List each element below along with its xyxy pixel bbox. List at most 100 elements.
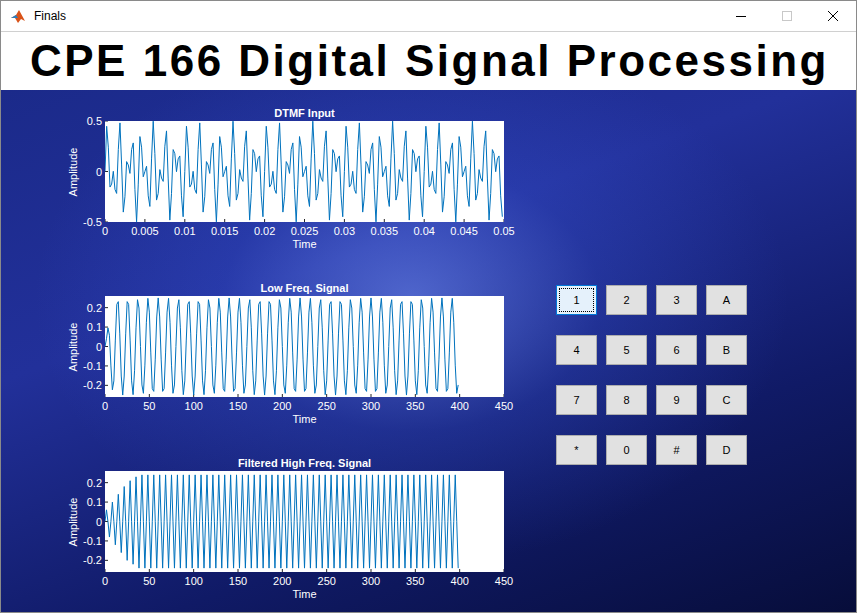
x-axis-label: Time — [105, 588, 504, 601]
y-tick-label: 0.2 — [87, 477, 102, 489]
plot-title: Low Freq. Signal — [105, 281, 504, 296]
x-tick-label: 0.01 — [174, 225, 195, 237]
x-tick-mark — [304, 219, 305, 222]
x-tick-mark — [224, 219, 225, 222]
y-tick-label: 0.1 — [87, 321, 102, 333]
y-axis-label: Amplitude — [67, 322, 79, 371]
keypad-button[interactable]: 3 — [656, 285, 697, 315]
keypad-button[interactable]: 5 — [606, 335, 647, 365]
keypad-button[interactable]: 9 — [656, 385, 697, 415]
keypad-button[interactable]: 6 — [656, 335, 697, 365]
plot-canvas — [105, 296, 504, 397]
x-tick-label: 150 — [229, 575, 247, 587]
x-tick-mark — [424, 219, 425, 222]
keypad-button[interactable]: D — [706, 435, 747, 465]
keypad-button[interactable]: B — [706, 335, 747, 365]
plot-canvas — [105, 471, 504, 572]
keypad-button[interactable]: A — [706, 285, 747, 315]
matlab-icon — [10, 8, 26, 24]
x-tick-mark — [105, 569, 106, 572]
x-tick-label: 450 — [495, 575, 513, 587]
y-tick-mark — [105, 365, 108, 366]
x-tick-label: 0.045 — [450, 225, 478, 237]
x-ticks: 050100150200250300350400450 — [105, 572, 504, 588]
plot-axes — [105, 121, 504, 222]
x-tick-mark — [504, 569, 505, 572]
y-tick-mark — [105, 502, 108, 503]
signal-line — [105, 298, 458, 395]
y-axis-label-box: Amplitude — [61, 471, 85, 572]
x-tick-mark — [504, 394, 505, 397]
x-tick-mark — [282, 394, 283, 397]
x-tick-label: 450 — [495, 400, 513, 412]
close-button[interactable] — [810, 1, 856, 31]
keypad-button[interactable]: 8 — [606, 385, 647, 415]
keypad-button[interactable]: 1 — [556, 285, 597, 315]
x-axis-label: Time — [105, 413, 504, 426]
y-ticks: 0.50-0.5 — [85, 121, 105, 222]
x-tick-label: 50 — [143, 575, 155, 587]
x-tick-mark — [415, 394, 416, 397]
x-tick-label: 350 — [406, 400, 424, 412]
x-tick-label: 100 — [185, 575, 203, 587]
maximize-button[interactable] — [764, 1, 810, 31]
y-axis-label: Amplitude — [67, 497, 79, 546]
x-ticks: 00.0050.010.0150.020.0250.030.0350.040.0… — [105, 222, 504, 238]
y-axis-label-box: Amplitude — [61, 121, 85, 222]
keypad-button[interactable]: C — [706, 385, 747, 415]
x-tick-label: 50 — [143, 400, 155, 412]
plot-title: Filtered High Freq. Signal — [105, 456, 504, 471]
plot: DTMF InputAmplitude0.50-0.500.0050.010.0… — [1, 106, 531, 251]
plot: Low Freq. SignalAmplitude0.20.10-0.1-0.2… — [1, 281, 531, 426]
y-tick-mark — [105, 327, 108, 328]
x-tick-mark — [144, 219, 145, 222]
y-tick-mark — [105, 307, 108, 308]
x-tick-label: 300 — [362, 400, 380, 412]
keypad-button[interactable]: 0 — [606, 435, 647, 465]
x-tick-label: 0.03 — [334, 225, 355, 237]
keypad-button[interactable]: 4 — [556, 335, 597, 365]
y-tick-mark — [105, 121, 108, 122]
y-tick-label: -0.2 — [83, 379, 102, 391]
y-tick-label: 0 — [96, 516, 102, 528]
x-tick-label: 100 — [185, 400, 203, 412]
plot-axes — [105, 296, 504, 397]
x-tick-mark — [384, 219, 385, 222]
x-tick-mark — [326, 394, 327, 397]
y-tick-mark — [105, 222, 108, 223]
y-tick-mark — [105, 385, 108, 386]
x-tick-mark — [415, 569, 416, 572]
x-axis-label: Time — [105, 238, 504, 251]
x-tick-mark — [238, 394, 239, 397]
plot-column: DTMF InputAmplitude0.50-0.500.0050.010.0… — [1, 90, 531, 601]
plot-axes — [105, 471, 504, 572]
keypad-button[interactable]: * — [556, 435, 597, 465]
y-tick-label: -0.1 — [83, 360, 102, 372]
minimize-button[interactable] — [718, 1, 764, 31]
keypad-button[interactable]: 7 — [556, 385, 597, 415]
x-tick-label: 300 — [362, 575, 380, 587]
x-tick-mark — [464, 219, 465, 222]
x-tick-mark — [344, 219, 345, 222]
x-tick-label: 0 — [102, 575, 108, 587]
x-tick-mark — [238, 569, 239, 572]
keypad-button[interactable]: 2 — [606, 285, 647, 315]
x-tick-mark — [371, 394, 372, 397]
x-tick-mark — [326, 569, 327, 572]
x-tick-label: 0 — [102, 400, 108, 412]
keypad-button[interactable]: # — [656, 435, 697, 465]
window-title: Finals — [34, 9, 66, 23]
banner-title: CPE 166 Digital Signal Processing — [30, 39, 829, 83]
x-tick-mark — [459, 394, 460, 397]
x-tick-label: 350 — [406, 575, 424, 587]
x-tick-mark — [105, 394, 106, 397]
close-icon — [828, 11, 838, 21]
x-tick-label: 0.035 — [371, 225, 399, 237]
y-tick-label: 0 — [96, 341, 102, 353]
main-panel: DTMF InputAmplitude0.50-0.500.0050.010.0… — [1, 90, 856, 612]
plot-title: DTMF Input — [105, 106, 504, 121]
y-tick-label: -0.1 — [83, 535, 102, 547]
title-bar: Finals — [1, 1, 856, 31]
x-tick-label: 250 — [318, 575, 336, 587]
y-tick-mark — [105, 540, 108, 541]
